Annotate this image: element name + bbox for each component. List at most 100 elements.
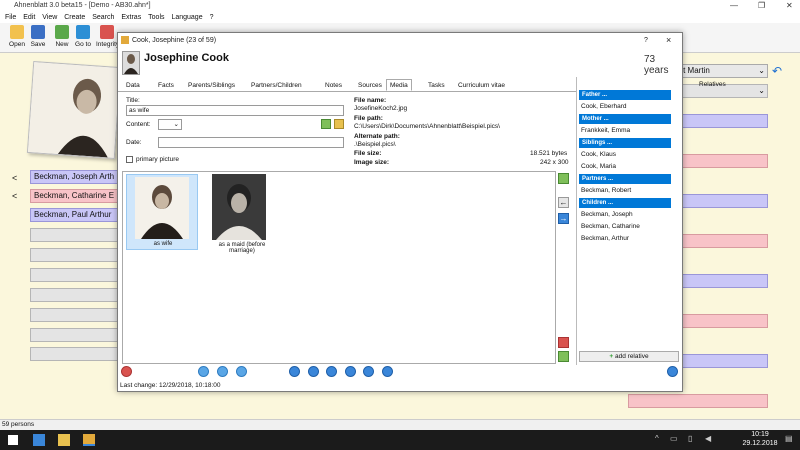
tab-partners-children[interactable]: Partners/Children — [247, 79, 306, 91]
last-record-icon[interactable] — [382, 366, 393, 377]
relative-item[interactable]: Beckman, Joseph — [581, 211, 633, 218]
search-person-icon[interactable] — [198, 366, 209, 377]
menu-search[interactable]: Search — [92, 14, 114, 21]
delete-media-icon[interactable] — [558, 337, 569, 348]
edit-person-icon[interactable] — [217, 366, 228, 377]
empty-person-box[interactable] — [30, 248, 120, 262]
title-input[interactable]: as wife — [126, 105, 344, 116]
menu-tools[interactable]: Tools — [148, 14, 164, 21]
relative-item[interactable]: Cook, Eberhard — [581, 103, 627, 110]
relative-item[interactable]: Frankkeit, Emma — [581, 127, 630, 134]
arrow-left[interactable]: < — [12, 173, 17, 183]
menu-create[interactable]: Create — [64, 14, 85, 21]
menu-edit[interactable]: Edit — [23, 14, 35, 21]
mother-header[interactable]: Mother ... — [579, 114, 671, 124]
person-box[interactable] — [680, 234, 768, 248]
tray-chevron-icon[interactable]: ^ — [655, 434, 659, 443]
tab-facts[interactable]: Facts — [154, 79, 178, 91]
open-button[interactable]: Open — [6, 24, 28, 52]
children-header[interactable]: Children ... — [579, 198, 671, 208]
windows-icon[interactable] — [8, 435, 18, 445]
empty-person-box[interactable] — [30, 228, 120, 242]
prev-record-icon[interactable] — [326, 366, 337, 377]
tab-media[interactable]: Media — [386, 79, 412, 91]
relative-item[interactable]: Beckman, Catharine — [581, 223, 640, 230]
minimize-icon[interactable]: — — [730, 0, 738, 12]
copy-person-icon[interactable] — [236, 366, 247, 377]
relative-item[interactable]: Cook, Maria — [581, 163, 616, 170]
maximize-icon[interactable]: ❐ — [758, 0, 765, 12]
tab-sources[interactable]: Sources — [354, 79, 386, 91]
save-button[interactable]: Save — [27, 24, 49, 52]
prev-fast-icon[interactable] — [308, 366, 319, 377]
integrity-button[interactable]: Integrity — [96, 24, 119, 52]
person-selector[interactable]: ert Martin ⌄ — [672, 64, 768, 78]
undo-icon[interactable]: ↶ — [772, 64, 782, 78]
notifications-icon[interactable]: ▤ — [785, 434, 793, 443]
person-box[interactable] — [680, 274, 768, 288]
father-header[interactable]: Father ... — [579, 90, 671, 100]
empty-person-box[interactable] — [30, 347, 120, 361]
taskbar-app-icon[interactable] — [33, 434, 45, 446]
move-left-icon[interactable]: ← — [558, 197, 569, 208]
add-relative-button[interactable]: + add relative — [579, 351, 679, 362]
file-explorer-icon[interactable] — [58, 434, 70, 446]
person-box[interactable] — [628, 394, 768, 408]
next-record-icon[interactable] — [345, 366, 356, 377]
tab-curriculum-vitae[interactable]: Curriculum vitae — [454, 79, 509, 91]
person-box[interactable] — [680, 114, 768, 128]
tab-data[interactable]: Data — [122, 79, 144, 91]
person-box[interactable] — [680, 154, 768, 168]
volume-icon[interactable]: ◀ — [705, 434, 711, 443]
clock-date[interactable]: 29.12.2018 — [740, 440, 780, 447]
media-thumb-selected[interactable]: as wife — [126, 174, 198, 250]
edit-content-icon[interactable] — [334, 119, 344, 129]
dialog-close-button[interactable]: × — [666, 33, 671, 48]
tab-notes[interactable]: Notes — [321, 79, 346, 91]
empty-person-box[interactable] — [30, 288, 120, 302]
move-right-icon[interactable]: → — [558, 213, 569, 224]
save-icon — [31, 25, 45, 39]
menu-language[interactable]: Language — [171, 14, 202, 21]
close-dialog-icon[interactable] — [667, 366, 678, 377]
date-input[interactable] — [158, 137, 344, 148]
menu-extras[interactable]: Extras — [121, 14, 141, 21]
help-button[interactable]: ? — [644, 33, 648, 48]
network-icon[interactable]: ▭ — [670, 434, 678, 443]
delete-person-icon[interactable] — [121, 366, 132, 377]
empty-person-box[interactable] — [30, 328, 120, 342]
menu-view[interactable]: View — [42, 14, 57, 21]
relative-item[interactable]: Cook, Klaus — [581, 151, 616, 158]
person-box[interactable]: Beckman, Joseph Arth — [30, 170, 120, 184]
battery-icon[interactable]: ▯ — [688, 434, 692, 443]
relative-item[interactable]: Beckman, Arthur — [581, 235, 629, 242]
new-button[interactable]: New — [51, 24, 73, 52]
close-icon[interactable]: ✕ — [786, 0, 793, 12]
person-box[interactable]: Beckman, Catharine E — [30, 189, 120, 203]
person-box[interactable] — [680, 194, 768, 208]
media-thumb[interactable]: as a maid (before marriage) — [206, 174, 278, 260]
goto-button[interactable]: Go to — [72, 24, 94, 52]
empty-person-box[interactable] — [30, 268, 120, 282]
tab-label: Partners/Children — [251, 82, 302, 89]
person-box[interactable] — [680, 314, 768, 328]
person-box[interactable]: Beckman, Paul Arthur — [30, 208, 120, 222]
empty-person-box[interactable] — [30, 308, 120, 322]
content-select[interactable]: ⌄ — [158, 119, 182, 130]
next-fast-icon[interactable] — [363, 366, 374, 377]
primary-picture-checkbox[interactable] — [126, 156, 133, 163]
tab-tasks[interactable]: Tasks — [424, 79, 449, 91]
menu-file[interactable]: File — [5, 14, 16, 21]
partners-header[interactable]: Partners ... — [579, 174, 671, 184]
add-media-icon[interactable] — [558, 173, 569, 184]
siblings-header[interactable]: Siblings ... — [579, 138, 671, 148]
first-record-icon[interactable] — [289, 366, 300, 377]
relative-item[interactable]: Beckman, Robert — [581, 187, 631, 194]
ahnenblatt-icon[interactable] — [83, 434, 95, 446]
menu-help[interactable]: ? — [210, 14, 214, 21]
refresh-media-icon[interactable] — [558, 351, 569, 362]
add-content-icon[interactable] — [321, 119, 331, 129]
tab-parents-siblings[interactable]: Parents/Siblings — [184, 79, 239, 91]
clock-time[interactable]: 10:19 — [740, 431, 780, 438]
arrow-left[interactable]: < — [12, 191, 17, 201]
